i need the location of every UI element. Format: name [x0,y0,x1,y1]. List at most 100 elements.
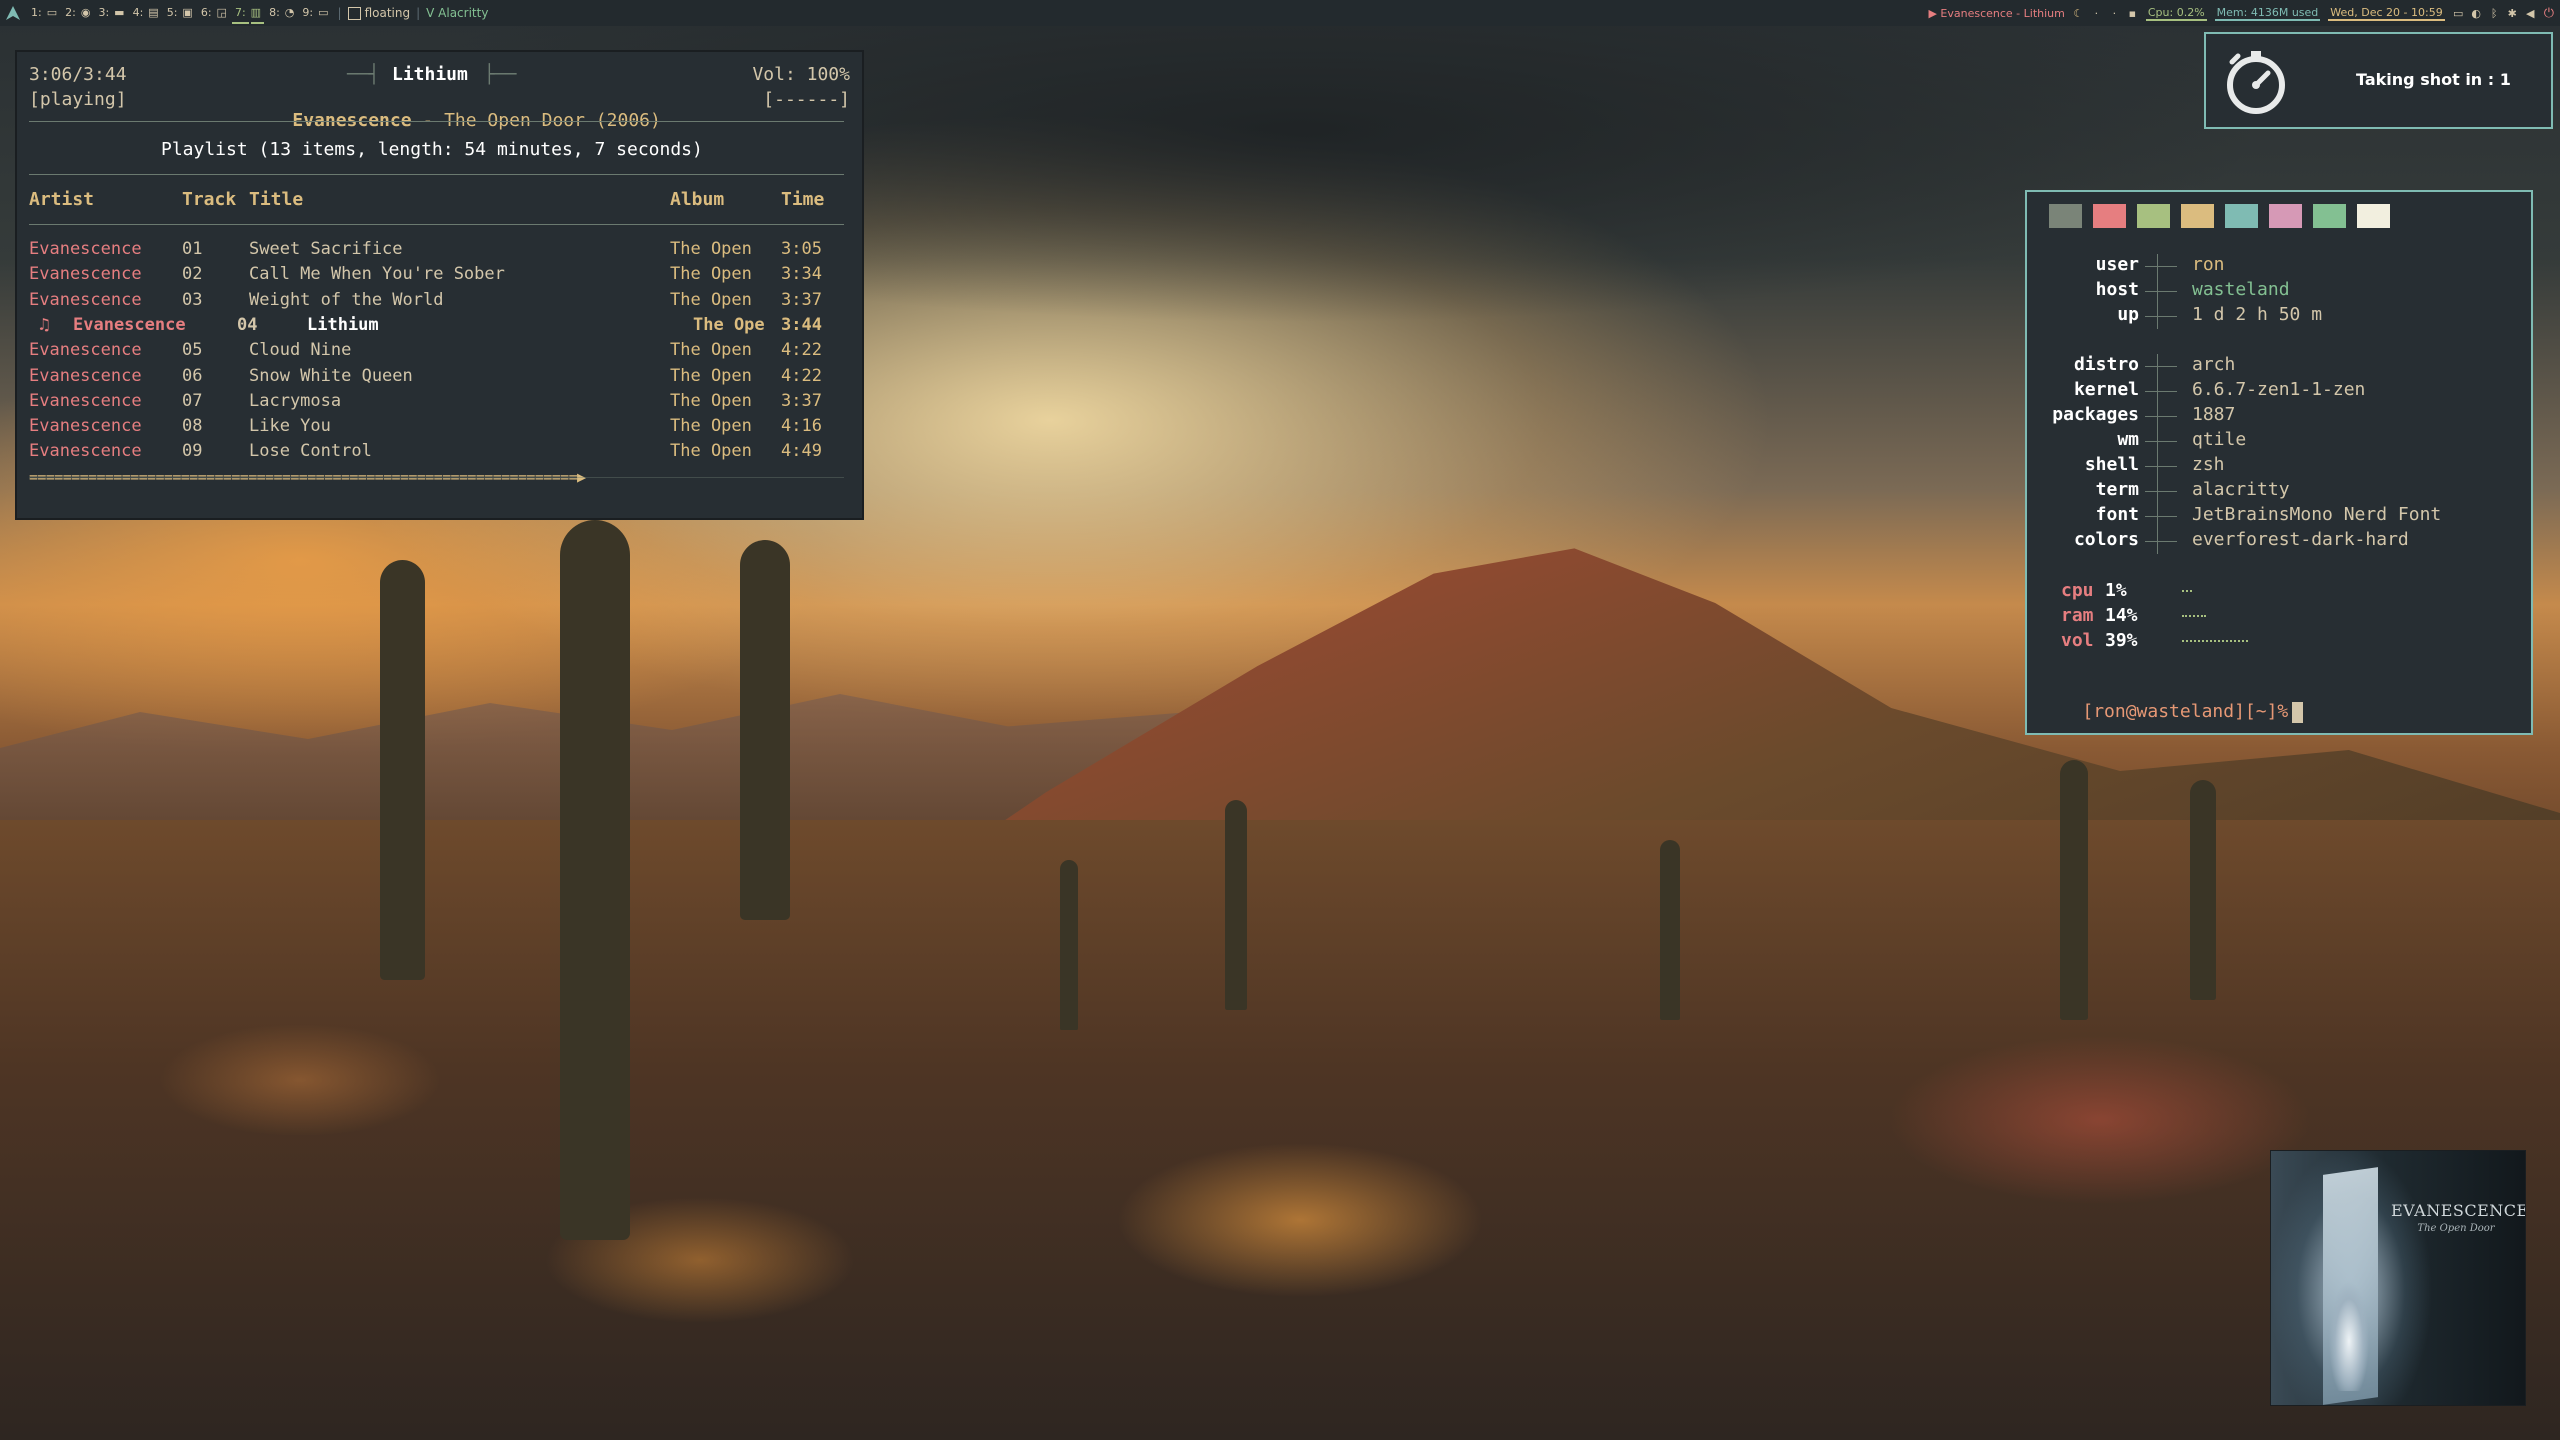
wallpaper-cactus [1060,860,1078,1030]
terminal-cursor [2292,701,2304,723]
info-key: font [2095,504,2139,525]
settings-icon[interactable]: ✱ [2507,7,2518,20]
layout-indicator[interactable]: floating [347,6,410,20]
workspace-icon: ◲ [216,5,227,19]
title-decoration-right: ├── [484,64,517,85]
workspace-3[interactable]: 3: [95,3,112,24]
workspace-8[interactable]: 8: [266,3,283,24]
workspace-icon: ▣ [182,5,193,19]
info-value: zsh [2192,454,2225,475]
cell-track: 07 [182,390,203,411]
cell-album: The Open [670,390,752,411]
notification-text: Taking shot in : 1 [2356,70,2511,89]
column-track[interactable]: Track [182,189,236,210]
column-artist[interactable]: Artist [29,189,94,210]
palette-swatch [2225,204,2258,228]
info-key: wm [2117,429,2139,450]
volume-icon[interactable]: ◀ [2525,7,2536,20]
palette-swatch [2313,204,2346,228]
wallpaper-cactus [1225,800,1247,1010]
workspace-icon: ◉ [80,5,91,19]
meter-value: 14% [2105,605,2138,626]
media-status[interactable]: ▶ Evanescence - Lithium [1928,7,2064,20]
playlist-row[interactable]: Evanescence 02 Call Me When You're Sober Th… [29,264,849,289]
info-key: user [2095,254,2139,275]
system-tray: ▭ ◐ ᛒ ✱ ◀ [2453,7,2536,20]
cell-track: 06 [182,365,203,386]
memory-widget[interactable]: Mem: 4136M used [2214,6,2321,21]
playlist-row[interactable]: Evanescence 06 Snow White Queen The Open 4:2… [29,366,849,391]
meter-bar [2182,590,2192,594]
divider [29,121,844,122]
workspace-4[interactable]: 4: [130,3,147,24]
info-row-user: user ron [2027,254,2527,279]
palette-swatch [2093,204,2126,228]
workspace-6[interactable]: 6: [198,3,215,24]
cell-album: The Open [670,239,752,259]
workspace-2[interactable]: 2: [62,3,79,24]
screenshot-notification[interactable]: Taking shot in : 1 [2204,32,2553,129]
workspace-7[interactable]: 7: [231,3,249,24]
cell-album: The Open [670,416,752,437]
info-key: packages [2052,404,2139,425]
tree-connector [2145,504,2177,529]
column-time[interactable]: Time [781,189,824,210]
tree-connector [2145,529,2177,554]
info-row-kernel: kernel 6.6.7-zen1-1-zen [2027,379,2527,404]
shell-prompt[interactable]: [ron@wasteland][~]% [2039,680,2304,744]
wallpaper-cactus [2190,780,2216,1000]
wallpaper-brush [0,960,2560,1440]
column-title[interactable]: Title [249,189,303,210]
ncmpcpp-window[interactable]: 3:06/3:44 [playing] ──┤ Lithium ├── Evan… [15,50,864,520]
power-icon[interactable]: ⏻ [2544,6,2554,21]
bar-separator: | [337,6,342,20]
playlist-row[interactable]: Evanescence 05 Cloud Nine The Open 4:22 [29,340,849,365]
tree-connector [2145,354,2177,379]
now-playing-title: Lithium [392,64,468,85]
cell-time: 4:16 [781,416,822,437]
cell-artist: Evanescence [29,239,142,259]
workspace-1[interactable]: 1: [28,3,45,24]
cell-artist: Evanescence [29,264,142,285]
playlist-row[interactable]: Evanescence 08 Like You The Open 4:16 [29,416,849,441]
cover-figure [2329,1271,2369,1391]
playlist-row-playing[interactable]: ♫ Evanescence 04 Lithium The Ope 3:44 [29,315,849,340]
workspace-9[interactable]: 9: [299,3,316,24]
cpu-widget[interactable]: Cpu: 0.2% [2145,6,2207,21]
monitor-icon[interactable]: ▭ [2453,7,2464,20]
cell-album: The Open [670,340,752,361]
playlist-row[interactable]: Evanescence 07 Lacrymosa The Open 3:37 [29,391,849,416]
tree-connector [2145,479,2177,504]
cell-title: Call Me When You're Sober [249,264,505,285]
cell-album: The Ope [693,314,765,335]
cell-time: 3:34 [781,264,822,285]
workspace-icon: ◔ [284,5,295,19]
cell-title: Lose Control [249,441,372,462]
meter-value: 39% [2105,630,2138,651]
now-playing-icon: ♫ [39,314,50,335]
info-row-wm: wm qtile [2027,429,2527,454]
info-row-host: host wasteland [2027,279,2527,304]
clock-widget[interactable]: Wed, Dec 20 - 10:59 [2328,6,2445,21]
cell-artist: Evanescence [29,340,142,361]
fetch-terminal[interactable]: user ron host wasteland up 1 d 2 h 50 m distro… [2025,190,2533,735]
playlist-row[interactable]: Evanescence 01 Sweet Sacrifice The Open 3:05 [29,239,849,264]
playlist-row[interactable]: Evanescence 03 Weight of the World The Open… [29,290,849,315]
wallpaper-cactus [560,520,630,1240]
prompt-text: [ron@wasteland][~]% [2082,701,2289,722]
info-row-packages: packages 1887 [2027,404,2527,429]
arch-logo-icon[interactable] [4,4,22,22]
bluetooth-icon[interactable]: ᛒ [2489,7,2500,20]
cell-track: 03 [182,289,203,310]
info-key: shell [2084,454,2139,475]
network-icon[interactable]: ◐ [2471,7,2482,20]
workspace-icon: ▥ [250,3,265,24]
playlist-row[interactable]: Evanescence 09 Lose Control The Open 4:49 [29,441,849,466]
palette-swatch [2269,204,2302,228]
playlist-header: Playlist (13 items, length: 54 minutes, … [161,139,703,160]
dots-icon: · [2112,6,2117,20]
workspace-5[interactable]: 5: [164,3,181,24]
palette-swatch [2357,204,2390,228]
column-album[interactable]: Album [670,189,724,210]
cell-artist: Evanescence [73,314,186,335]
